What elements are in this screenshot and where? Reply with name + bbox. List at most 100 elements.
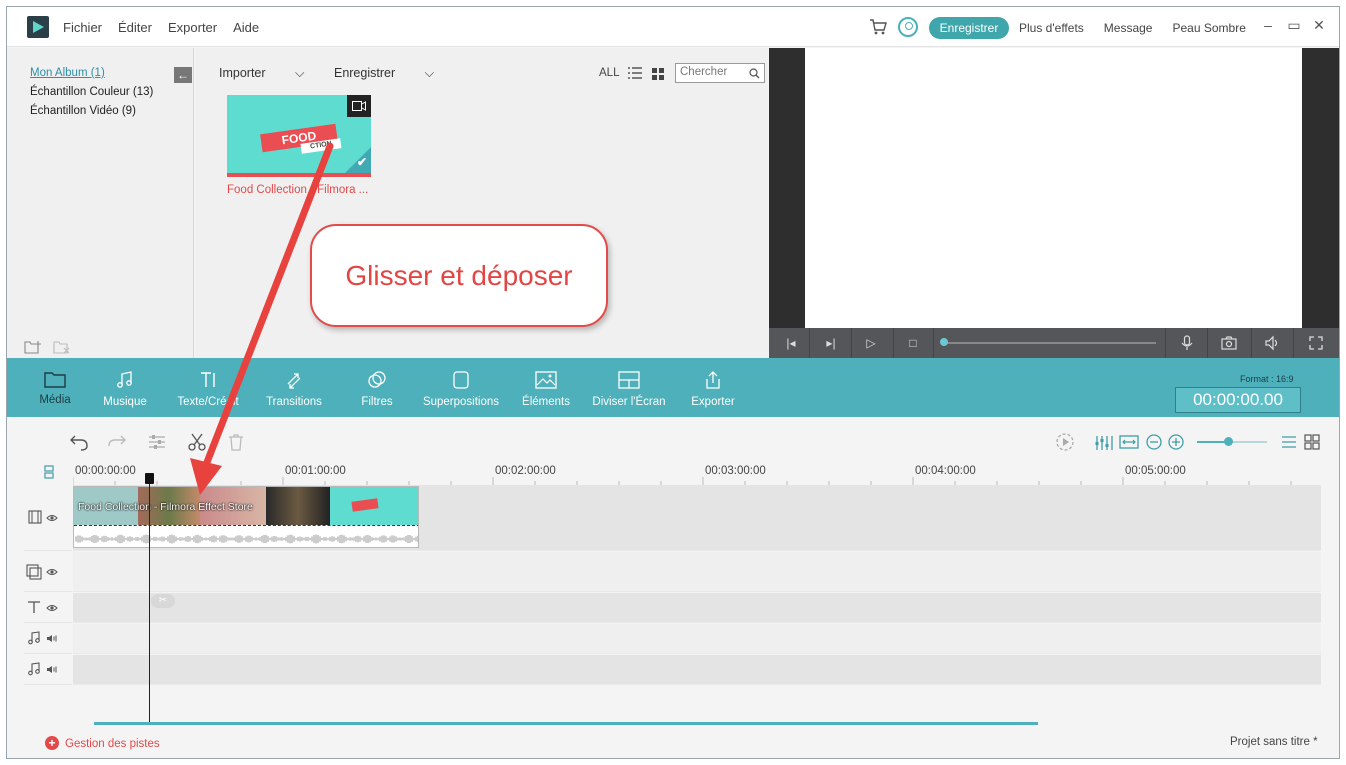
audio-track-1[interactable] — [73, 624, 1321, 654]
minimize-icon[interactable]: – — [1259, 17, 1277, 33]
playhead-line[interactable] — [149, 474, 150, 722]
speaker-icon[interactable] — [46, 665, 58, 674]
cart-icon[interactable] — [869, 18, 887, 36]
fit-timeline-icon[interactable] — [1119, 432, 1139, 452]
delete-folder-icon[interactable] — [53, 340, 71, 354]
tool-music[interactable]: Musique — [99, 370, 151, 408]
grid-view-icon[interactable] — [652, 68, 664, 80]
text-track-head — [24, 593, 72, 623]
audio-mixer-icon[interactable] — [1094, 432, 1114, 452]
menu-editer[interactable]: Éditer — [118, 20, 152, 35]
tool-filters-label: Filtres — [361, 396, 393, 408]
playhead-handle[interactable] — [145, 473, 154, 484]
player-separator — [809, 328, 810, 358]
pip-track[interactable] — [73, 552, 1321, 592]
tool-text-label: Texte/Crédit — [177, 396, 239, 408]
adjust-icon[interactable] — [147, 432, 167, 452]
track-management-button[interactable]: + Gestion des pistes — [45, 736, 160, 750]
album-item-my-album[interactable]: Mon Album (1) — [30, 67, 153, 79]
record-dropdown[interactable]: Enregistrer ⌵ — [334, 66, 434, 80]
album-list: Mon Album (1) Échantillon Couleur (13) É… — [30, 67, 153, 124]
microphone-icon[interactable] — [1179, 335, 1195, 351]
folder-icon — [44, 372, 66, 388]
tool-media[interactable]: Média — [33, 370, 77, 406]
media-thumbnail[interactable]: FOOD CTION ✔ — [227, 95, 371, 177]
register-button[interactable]: Enregistrer — [929, 17, 1009, 39]
snapshot-camera-icon[interactable] — [1221, 335, 1237, 351]
text-track[interactable] — [73, 593, 1321, 623]
message-link[interactable]: Message — [1104, 21, 1153, 35]
add-folder-icon[interactable] — [24, 340, 42, 354]
player-separator — [1251, 328, 1252, 358]
media-item-label[interactable]: Food Collection - Filmora ... — [227, 184, 377, 196]
eye-icon[interactable] — [46, 604, 58, 612]
tool-export[interactable]: Exporter — [687, 370, 739, 408]
import-label: Importer — [219, 66, 266, 80]
zoom-slider-fill — [1197, 441, 1227, 443]
list-view-icon[interactable] — [628, 67, 642, 79]
zoom-in-icon[interactable] — [1166, 432, 1186, 452]
stop-icon[interactable]: □ — [905, 335, 921, 351]
skip-back-icon[interactable]: |◂ — [783, 335, 799, 351]
delete-icon[interactable] — [226, 432, 246, 452]
zoom-slider-knob[interactable] — [1224, 437, 1233, 446]
menu-fichier[interactable]: Fichier — [63, 20, 102, 35]
step-frame-icon[interactable]: ▸| — [823, 335, 839, 351]
search-input[interactable]: Chercher — [675, 63, 765, 83]
player-separator — [1165, 328, 1166, 358]
checkmark-icon: ✔ — [356, 155, 367, 169]
render-preview-icon[interactable] — [1055, 432, 1075, 452]
speaker-icon[interactable] — [46, 634, 58, 643]
timeline-scrollbar[interactable] — [94, 722, 1038, 725]
filter-all-label[interactable]: ALL — [599, 67, 619, 79]
list-layout-icon[interactable] — [1279, 432, 1299, 452]
grid-layout-icon[interactable] — [1302, 432, 1322, 452]
timeline-clip[interactable]: Food Collection - Filmora Effect Store — [73, 486, 419, 548]
import-dropdown[interactable]: Importer ⌵ — [219, 66, 305, 80]
text-track-icon — [28, 601, 40, 613]
more-effects-link[interactable]: Plus d'effets — [1019, 21, 1084, 35]
preview-window — [769, 48, 1339, 328]
fullscreen-icon[interactable] — [1308, 335, 1324, 351]
audio-track-2[interactable] — [73, 655, 1321, 685]
redo-icon[interactable] — [107, 432, 127, 452]
maximize-icon[interactable]: ▭ — [1285, 17, 1303, 34]
tool-filters[interactable]: Filtres — [353, 370, 401, 408]
tool-transitions[interactable]: Transitions — [261, 370, 327, 408]
album-item-video-samples[interactable]: Échantillon Vidéo (9) — [30, 105, 153, 117]
zoom-out-icon[interactable] — [1144, 432, 1164, 452]
preview-scrubber[interactable] — [944, 342, 1156, 344]
album-item-color-samples[interactable]: Échantillon Couleur (13) — [30, 86, 153, 98]
volume-icon[interactable] — [1264, 335, 1280, 351]
menu-bar: Fichier Éditer Exporter Aide — [63, 20, 275, 35]
clip-divider — [74, 525, 418, 526]
play-icon[interactable]: ▷ — [863, 335, 879, 351]
menu-exporter[interactable]: Exporter — [168, 20, 217, 35]
collapse-panel-button[interactable]: ← — [174, 67, 192, 83]
top-links: Plus d'effets Message Peau Sombre — [1019, 21, 1266, 35]
filters-icon — [368, 371, 386, 388]
close-icon[interactable]: ✕ — [1310, 17, 1328, 34]
audio-track-head — [24, 624, 72, 654]
ruler-label: 00:04:00:00 — [915, 465, 976, 477]
user-account-icon[interactable] — [898, 17, 918, 37]
clip-frame-banner — [351, 498, 379, 512]
tool-text-credit[interactable]: Texte/Crédit — [173, 370, 243, 408]
tool-overlays-label: Superpositions — [422, 396, 500, 408]
ruler-label: 00:02:00:00 — [495, 465, 556, 477]
snap-toggle-icon[interactable] — [44, 465, 54, 479]
scissors-icon[interactable] — [187, 432, 207, 452]
app-window: Fichier Éditer Exporter Aide Enregistrer… — [6, 6, 1340, 759]
scrubber-knob[interactable] — [940, 338, 948, 346]
tool-split-screen[interactable]: Diviser l'Écran — [591, 370, 667, 408]
split-scissors-icon[interactable]: ✂ — [151, 594, 175, 608]
tool-elements[interactable]: Éléments — [519, 370, 573, 408]
album-panel: Mon Album (1) Échantillon Couleur (13) É… — [7, 48, 194, 358]
tool-overlays[interactable]: Superpositions — [419, 370, 503, 408]
undo-icon[interactable] — [69, 432, 89, 452]
video-badge-icon — [347, 95, 371, 117]
menu-aide[interactable]: Aide — [233, 20, 259, 35]
dark-skin-link[interactable]: Peau Sombre — [1172, 21, 1245, 35]
eye-icon[interactable] — [46, 568, 58, 576]
eye-icon[interactable] — [46, 514, 58, 522]
